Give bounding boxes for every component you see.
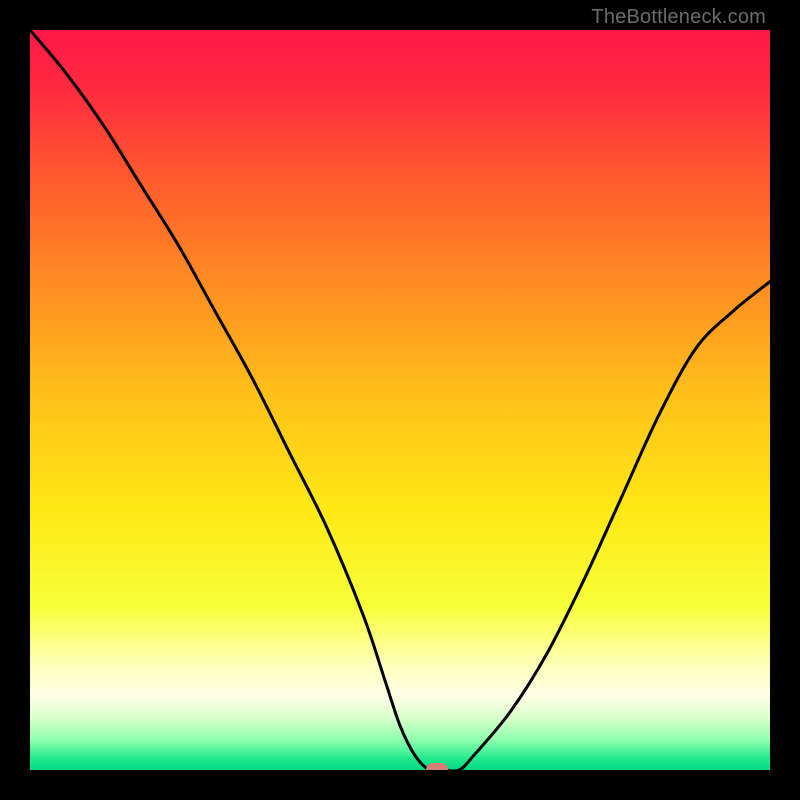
optimal-point-marker xyxy=(426,763,448,770)
watermark-text: TheBottleneck.com xyxy=(591,6,766,29)
bottleneck-curve xyxy=(30,30,770,770)
chart-frame: TheBottleneck.com xyxy=(0,0,800,800)
plot-area xyxy=(30,30,770,770)
